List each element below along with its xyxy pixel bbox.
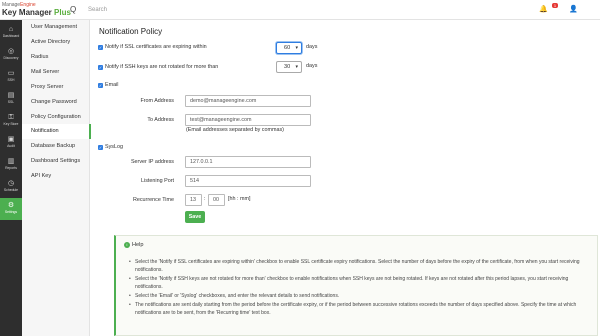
subnav-item-user-management[interactable]: User Management	[22, 20, 90, 35]
rail-item-discovery[interactable]: ◎ Discovery	[0, 44, 22, 66]
recurrence-format-hint: [hh : mm]	[228, 196, 251, 202]
subnav-item-dashboard-settings[interactable]: Dashboard Settings	[22, 154, 90, 169]
ssl-notify-label: Notify if SSL certificates are expiring …	[105, 44, 207, 50]
audit-icon: ▣	[7, 136, 15, 143]
to-address-input[interactable]: test@manageengine.com	[185, 114, 311, 126]
email-label: Email	[105, 82, 119, 88]
ssl-icon: ▤	[7, 92, 15, 99]
subnav-item-proxy-server[interactable]: Proxy Server	[22, 80, 90, 95]
help-info-icon: i	[124, 242, 130, 248]
schedule-icon: ◷	[7, 180, 15, 187]
search-input[interactable]: Search	[88, 4, 288, 16]
reports-icon: ▥	[7, 158, 15, 165]
syslog-label: SysLog	[105, 144, 123, 150]
help-title: Help	[132, 242, 144, 248]
ssl-notify-checkbox[interactable]: ✓	[98, 45, 103, 50]
rail-item-key-store[interactable]: ⚿ Key Store	[0, 110, 22, 132]
ssh-notify-label: Notify if SSH keys are not rotated for m…	[105, 64, 219, 70]
settings-gear-icon: ⚙	[7, 202, 15, 209]
rail-item-ssh[interactable]: ▭ SSH	[0, 66, 22, 88]
subnav-item-api-key[interactable]: API Key	[22, 169, 90, 184]
server-ip-label: Server IP address	[130, 159, 174, 165]
page-title: Notification Policy	[99, 27, 163, 36]
syslog-checkbox[interactable]: ✓	[98, 145, 103, 150]
module-rail: ⌂ Dashboard ◎ Discovery ▭ SSH ▤ SSL ⚿ Key Sto…	[0, 20, 22, 336]
from-address-label: From Address	[140, 98, 174, 104]
recurrence-minute-input[interactable]: 00	[208, 194, 225, 206]
from-address-input[interactable]: demo@manageengine.com	[185, 95, 311, 107]
subnav-item-active-directory[interactable]: Active Directory	[22, 35, 90, 50]
rail-item-audit[interactable]: ▣ Audit	[0, 132, 22, 154]
recurrence-time-label: Recurrence Time	[132, 197, 174, 203]
recurrence-hour-input[interactable]: 13	[185, 194, 202, 206]
help-item: Select the 'Notify if SSL certificates a…	[129, 258, 595, 274]
subnav-item-policy-configuration[interactable]: Policy Configuration	[22, 110, 90, 125]
key-store-icon: ⚿	[8, 114, 14, 121]
ssh-days-unit: days	[306, 63, 318, 69]
top-bar: ManageEngine Key Manager Plus Q Search 🔔…	[0, 0, 600, 20]
rail-item-ssl[interactable]: ▤ SSL	[0, 88, 22, 110]
chevron-down-icon: ▾	[295, 64, 298, 70]
server-ip-input[interactable]: 127.0.0.1	[185, 156, 311, 168]
ssh-notify-checkbox[interactable]: ✓	[98, 65, 103, 70]
help-panel: i Help Select the 'Notify if SSL certifi…	[114, 235, 598, 336]
rail-item-reports[interactable]: ▥ Reports	[0, 154, 22, 176]
main-content: Notification Policy ✓ Notify if SSL cert…	[90, 20, 600, 336]
subnav-item-mail-server[interactable]: Mail Server	[22, 65, 90, 80]
rail-item-settings[interactable]: ⚙ Settings	[0, 198, 22, 220]
rail-item-schedule[interactable]: ◷ Schedule	[0, 176, 22, 198]
ssl-days-unit: days	[306, 44, 318, 50]
user-avatar-icon[interactable]: 👤	[569, 4, 578, 16]
settings-subnav: User Management Active Directory Radius …	[22, 20, 91, 336]
help-item: Select the 'Email' or 'Syslog' checkboxe…	[129, 292, 595, 300]
listening-port-input[interactable]: 514	[185, 175, 311, 187]
subnav-item-radius[interactable]: Radius	[22, 50, 90, 65]
subnav-item-change-password[interactable]: Change Password	[22, 95, 90, 110]
save-button[interactable]: Save	[185, 211, 205, 223]
help-list: Select the 'Notify if SSL certificates a…	[129, 258, 595, 318]
discovery-icon: ◎	[7, 48, 15, 55]
rail-item-dashboard[interactable]: ⌂ Dashboard	[0, 22, 22, 44]
ssh-icon: ▭	[7, 70, 15, 77]
to-address-hint: (Email addresses separated by commas)	[186, 127, 284, 133]
dashboard-icon: ⌂	[8, 26, 14, 33]
email-checkbox[interactable]: ✓	[98, 83, 103, 88]
help-item: Select the 'Notify if SSH keys are not r…	[129, 275, 595, 291]
notification-bell-icon[interactable]: 🔔	[539, 4, 548, 16]
notification-count-badge: 1	[552, 3, 558, 8]
chevron-down-icon: ▾	[295, 45, 298, 51]
subnav-item-notification[interactable]: Notification	[22, 124, 91, 139]
help-item: The notifications are sent daily startin…	[129, 301, 595, 317]
ssh-days-select[interactable]: 30 ▾	[276, 61, 302, 73]
subnav-item-database-backup[interactable]: Database Backup	[22, 139, 90, 154]
to-address-label: To Address	[147, 117, 174, 123]
search-icon[interactable]: Q	[70, 5, 80, 15]
listening-port-label: Listening Port	[141, 178, 174, 184]
time-separator: :	[204, 196, 206, 202]
ssl-days-select[interactable]: 60 ▾	[276, 42, 302, 54]
